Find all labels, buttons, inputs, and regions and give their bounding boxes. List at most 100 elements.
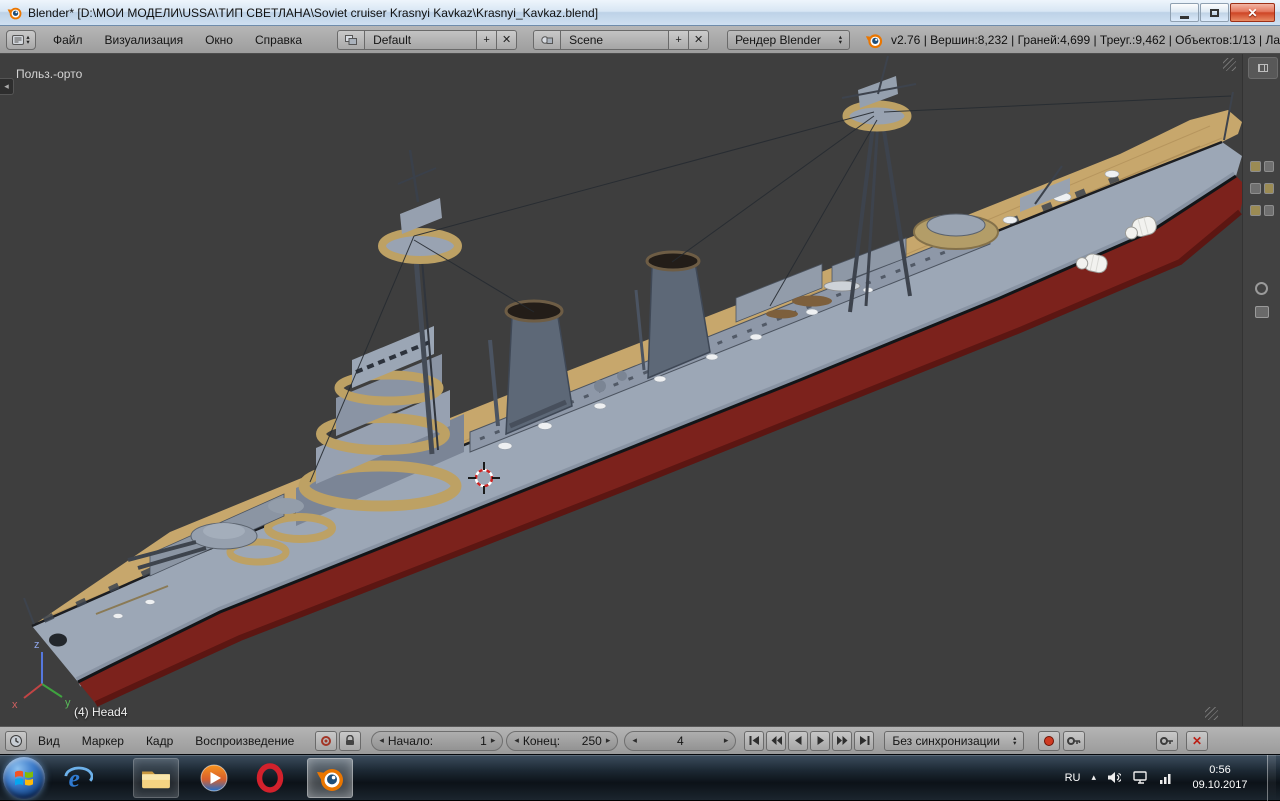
scene-name-field[interactable]: Scene <box>561 29 670 50</box>
clock[interactable]: 0:56 09.10.2017 <box>1184 763 1256 792</box>
language-indicator[interactable]: RU <box>1065 772 1081 784</box>
record-ring-icon <box>321 735 332 746</box>
layout-browse-icon <box>345 34 358 45</box>
network-icon[interactable] <box>1132 771 1148 784</box>
layout-browse-button[interactable] <box>337 29 366 50</box>
timeline-editor-selector[interactable] <box>5 730 27 751</box>
viewport-canvas[interactable]: z y x <box>0 54 1280 726</box>
lock-toggle[interactable] <box>339 730 362 751</box>
unlink-icon: ✕ <box>501 34 512 46</box>
auto-keyframe-toggle[interactable] <box>315 730 338 751</box>
timeline-menu-view[interactable]: Вид <box>27 727 71 754</box>
jump-to-end-button[interactable] <box>854 730 875 751</box>
toolshelf-expand-tab[interactable]: ◂ <box>0 78 14 95</box>
menu-render[interactable]: Визуализация <box>94 26 195 53</box>
opera-icon <box>256 762 284 793</box>
circle-icon[interactable] <box>1255 282 1268 295</box>
system-tray: RU ▴ 0:56 09.10.2017 <box>1065 754 1280 801</box>
render-engine-dropdown[interactable]: Рендер Blender ▴ ▾ <box>727 29 850 50</box>
clock-time: 0:56 <box>1209 764 1231 777</box>
internet-explorer-icon: e <box>64 764 93 792</box>
window-title: Blender* [D:\МОИ МОДЕЛИ\USSA\ТИП СВЕТЛАН… <box>28 5 599 20</box>
editor-type-selector[interactable]: ▴ ▾ <box>6 29 36 50</box>
signal-icon[interactable] <box>1159 771 1173 784</box>
play-reverse-button[interactable] <box>788 730 809 751</box>
record-icon <box>1044 735 1055 746</box>
timeline-menu-marker[interactable]: Маркер <box>71 727 135 754</box>
sync-mode-dropdown[interactable]: Без синхронизации ▴ ▾ <box>884 730 1025 751</box>
close-button[interactable]: ✕ <box>1230 3 1275 22</box>
layout-add-button[interactable]: + <box>477 29 498 50</box>
keying-set-button[interactable] <box>1063 730 1086 751</box>
panel-icon[interactable] <box>1255 306 1269 318</box>
panel-icon-row[interactable] <box>1250 202 1274 218</box>
screen-layout-selector: Default + ✕ <box>337 29 518 50</box>
properties-tab[interactable] <box>1248 57 1278 79</box>
jump-to-start-button[interactable] <box>744 730 765 751</box>
svg-text:x: x <box>12 699 18 711</box>
timeline-menu-frame[interactable]: Кадр <box>135 727 184 754</box>
panel-icon-row[interactable] <box>1250 180 1274 196</box>
minimize-icon <box>1180 15 1189 19</box>
ship-model <box>23 55 1246 707</box>
minimize-button[interactable] <box>1170 3 1199 22</box>
delete-keyframe-button[interactable]: ✕ <box>1186 730 1208 751</box>
scene-browse-button[interactable] <box>533 29 562 50</box>
taskbar-explorer-button[interactable] <box>133 757 179 798</box>
play-button[interactable] <box>810 730 831 751</box>
dropdown-arrows-icon: ▴ ▾ <box>26 33 30 46</box>
dropdown-arrows-icon: ▴ ▾ <box>1013 734 1017 747</box>
current-frame-field[interactable]: ◂ 4 ▸ <box>624 730 737 751</box>
taskbar-wmp-button[interactable] <box>191 758 237 798</box>
record-button[interactable] <box>1038 730 1061 751</box>
plus-icon: + <box>483 33 490 46</box>
clock-icon <box>10 734 22 747</box>
window-titlebar[interactable]: Blender* [D:\МОИ МОДЕЛИ\USSA\ТИП СВЕТЛАН… <box>0 0 1280 26</box>
playback-controls <box>742 730 875 751</box>
scene-add-button[interactable]: + <box>669 29 690 50</box>
svg-text:z: z <box>34 639 40 651</box>
view-split-grip[interactable] <box>1223 58 1236 71</box>
maximize-button[interactable] <box>1200 3 1229 22</box>
menu-help[interactable]: Справка <box>244 26 313 53</box>
timeline-header: Вид Маркер Кадр Воспроизведение ◂ Начало… <box>0 726 1280 754</box>
svg-text:y: y <box>65 697 71 709</box>
menu-file[interactable]: Файл <box>42 26 94 53</box>
show-desktop-button[interactable] <box>1267 754 1276 801</box>
volume-icon[interactable] <box>1107 771 1121 784</box>
menu-window[interactable]: Окно <box>194 26 244 53</box>
view-mode-label: Польз.-орто <box>16 67 83 81</box>
taskbar-blender-button[interactable] <box>307 757 353 798</box>
blender-app-icon <box>7 7 22 20</box>
desktop-screen: Blender* [D:\МОИ МОДЕЛИ\USSA\ТИП СВЕТЛАН… <box>0 0 1280 801</box>
next-keyframe-button[interactable] <box>832 730 853 751</box>
close-icon: ✕ <box>1247 5 1258 20</box>
insert-keyframe-button[interactable] <box>1156 730 1178 751</box>
info-header: ▴ ▾ Файл Визуализация Окно Справка Defaul… <box>0 26 1280 54</box>
hidden-icons-button[interactable]: ▴ <box>1091 772 1096 783</box>
media-player-icon <box>200 764 228 791</box>
taskbar-opera-button[interactable] <box>247 758 293 798</box>
frame-end-field[interactable]: ◂ Конец: 250 ▸ <box>506 730 619 751</box>
panel-icon-row[interactable] <box>1250 158 1274 174</box>
maximize-icon <box>1210 8 1219 17</box>
frame-start-field[interactable]: ◂ Начало: 1 ▸ <box>371 730 504 751</box>
start-button[interactable] <box>3 756 45 799</box>
unlink-icon: ✕ <box>693 34 704 46</box>
view-split-grip[interactable] <box>1205 707 1218 720</box>
viewport-3d[interactable]: z y x Польз.-орто (4) Head4 ◂ <box>0 54 1280 726</box>
timeline-menu-playback[interactable]: Воспроизведение <box>184 727 305 754</box>
prev-keyframe-button[interactable] <box>766 730 787 751</box>
info-editor-icon <box>12 34 25 45</box>
scene-browse-icon <box>541 35 554 44</box>
layout-name-field[interactable]: Default <box>365 29 478 50</box>
scene-statistics: v2.76 | Вершин:8,232 | Граней:4,699 | Тр… <box>891 32 1280 47</box>
dropdown-arrows-icon: ▴ ▾ <box>838 33 842 46</box>
taskbar-ie-button[interactable]: e <box>55 758 101 798</box>
folder-icon <box>142 771 170 788</box>
scene-selector: Scene + ✕ <box>533 29 710 50</box>
scene-unlink-button[interactable]: ✕ <box>689 29 710 50</box>
layout-unlink-button[interactable]: ✕ <box>497 29 518 50</box>
key-icon <box>1160 736 1173 745</box>
lock-icon <box>346 735 355 745</box>
